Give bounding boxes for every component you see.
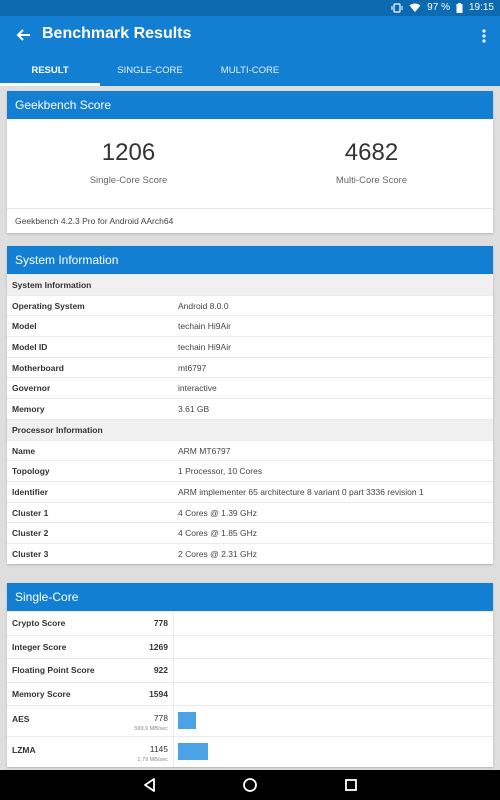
more-options-icon[interactable] bbox=[478, 26, 490, 46]
status-bar: 97 % 19:15 bbox=[0, 0, 500, 16]
battery-icon bbox=[456, 2, 463, 13]
tab-single-core[interactable]: SINGLE-CORE bbox=[100, 56, 200, 86]
system-navigation-bar bbox=[0, 770, 500, 800]
results-scroll-area[interactable]: Geekbench Score 1206 Single-Core Score 4… bbox=[0, 86, 500, 770]
table-row: Model techain Hi9Air bbox=[7, 315, 493, 336]
single-core-score-value: 1206 bbox=[101, 139, 156, 166]
nav-home-icon[interactable] bbox=[241, 776, 259, 794]
nav-back-icon[interactable] bbox=[141, 776, 159, 794]
nav-recents-icon[interactable] bbox=[342, 776, 360, 794]
section-system-information: System Information bbox=[7, 274, 493, 295]
table-row: Floating Point Score 922 bbox=[7, 658, 493, 682]
battery-percent: 97 % bbox=[427, 2, 450, 13]
table-row: Cluster 14 Cores @ 1.39 GHz bbox=[7, 501, 493, 523]
vibrate-icon bbox=[391, 2, 403, 13]
table-row: Integer Score 1269 bbox=[7, 634, 493, 658]
table-row: Memory 3.61 GB bbox=[7, 398, 493, 419]
clock: 19:15 bbox=[468, 2, 494, 13]
table-row: Motherboard mt6797 bbox=[7, 356, 493, 378]
benchmark-row-aes: AES 778 599.9 MB/sec bbox=[7, 705, 493, 736]
multi-core-score-value: 4682 bbox=[344, 139, 399, 166]
single-core-header: Single-Core bbox=[7, 583, 493, 611]
geekbench-version: Geekbench 4.2.3 Pro for Android AArch64 bbox=[7, 208, 493, 233]
page-title: Benchmark Results bbox=[42, 25, 192, 42]
tab-result[interactable]: RESULT bbox=[0, 56, 100, 86]
system-information-header: System Information bbox=[7, 246, 493, 274]
table-row: Name ARM MT6797 bbox=[7, 439, 493, 461]
single-core-card: Single-Core Crypto Score 778 Integer Scor… bbox=[7, 583, 493, 767]
back-arrow-icon[interactable] bbox=[14, 25, 34, 45]
app-bar: Benchmark Results bbox=[0, 16, 500, 56]
table-row: Cluster 24 Cores @ 1.85 GHz bbox=[7, 522, 493, 543]
system-information-card: System Information System Information Op… bbox=[7, 246, 493, 564]
multi-core-score: 4682 Multi-Core Score bbox=[250, 139, 493, 186]
table-row: Topology 1 Processor, 10 Cores bbox=[7, 460, 493, 481]
multi-core-score-label: Multi-Core Score bbox=[335, 175, 408, 186]
section-processor-information: Processor Information bbox=[7, 418, 493, 440]
tab-multi-core[interactable]: MULTI-CORE bbox=[200, 56, 300, 86]
table-row: Governor interactive bbox=[7, 377, 493, 398]
table-row: Crypto Score 778 bbox=[7, 611, 493, 635]
benchmark-bar bbox=[178, 712, 196, 729]
table-row: Identifier ARM implementer 65 architectur… bbox=[7, 480, 493, 502]
single-core-score-label: Single-Core Score bbox=[89, 175, 168, 186]
table-row: Model ID techain Hi9Air bbox=[7, 336, 493, 357]
benchmark-bar bbox=[178, 743, 208, 760]
benchmark-row-lzma: LZMA 1145 1.79 MB/sec bbox=[7, 736, 493, 767]
single-core-score: 1206 Single-Core Score bbox=[7, 139, 250, 186]
tab-bar: RESULT SINGLE-CORE MULTI-CORE bbox=[0, 56, 500, 86]
geekbench-score-header: Geekbench Score bbox=[7, 91, 493, 119]
wifi-icon bbox=[409, 3, 421, 13]
table-row: Cluster 32 Cores @ 2.31 GHz bbox=[7, 542, 493, 564]
table-row: Memory Score 1594 bbox=[7, 681, 493, 705]
table-row: Operating System Android 8.0.0 bbox=[7, 294, 493, 316]
geekbench-score-card: Geekbench Score 1206 Single-Core Score 4… bbox=[7, 91, 493, 233]
